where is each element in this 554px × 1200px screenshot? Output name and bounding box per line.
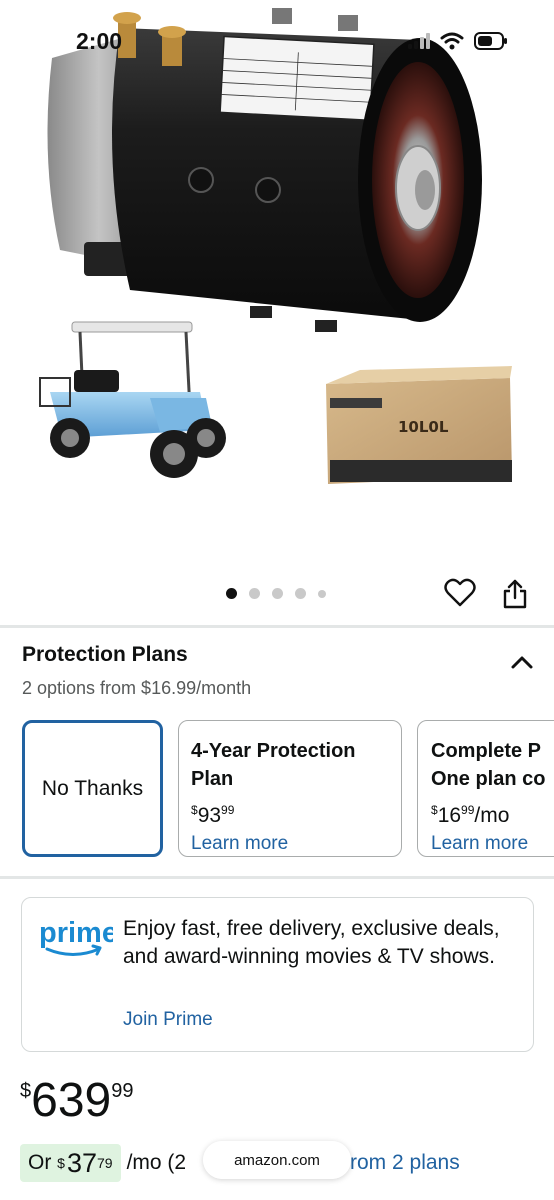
protection-plan-options: No Thanks 4-Year Protection Plan $9399 L… [22, 720, 554, 860]
status-icons [408, 32, 508, 50]
prime-logo-graphic: prime [39, 917, 118, 956]
plan-price: $1699/mo [431, 797, 554, 829]
status-time: 2:00 [76, 28, 123, 54]
prime-logo-text: prime [39, 917, 113, 949]
cellular-signal-icon [408, 33, 430, 49]
pager-dot[interactable] [295, 588, 306, 599]
plan-option-no-thanks[interactable]: No Thanks [22, 720, 163, 857]
monthly-currency: $ [57, 1155, 65, 1171]
price-whole: 16 [437, 804, 462, 827]
price-fraction: 99 [221, 803, 235, 817]
price-currency: $ [20, 1080, 32, 1102]
prime-logo: prime [37, 916, 118, 967]
battery-icon [474, 32, 507, 50]
plan-name-line2: Plan [191, 768, 234, 790]
pager-dot[interactable] [272, 588, 283, 599]
learn-more-link[interactable]: Learn more [431, 833, 554, 855]
plan-option-label: No Thanks [41, 776, 144, 800]
plan-name-line1: 4-Year Protection [191, 740, 356, 762]
chevron-up-icon[interactable] [510, 654, 534, 670]
section-divider [0, 625, 554, 628]
plan-price: $9399 [191, 797, 389, 829]
plan-option-4-year[interactable]: 4-Year Protection Plan $9399 Learn more [178, 720, 402, 857]
product-image-gallery[interactable]: 10L0L [0, 0, 554, 560]
share-icon[interactable] [502, 578, 528, 610]
payment-plans-link[interactable]: rom 2 plans [350, 1151, 460, 1175]
pager-dot[interactable] [318, 589, 326, 598]
join-prime-link[interactable]: Join Prime [123, 1009, 213, 1031]
box-brand-text: 10L0L [398, 418, 449, 436]
image-pager[interactable] [226, 588, 326, 599]
monthly-whole: 37 [66, 1147, 98, 1178]
monthly-payment-badge: Or $37 79 [20, 1144, 121, 1182]
learn-more-link[interactable]: Learn more [191, 833, 389, 855]
browser-url: amazon.com [234, 1151, 320, 1169]
price-currency: $ [431, 803, 438, 817]
prime-description: Enjoy fast, free delivery, exclusive dea… [123, 917, 500, 968]
wifi-icon [440, 32, 464, 50]
browser-url-pill[interactable]: amazon.com [203, 1141, 351, 1179]
pager-dot[interactable] [249, 588, 260, 599]
price-currency: $ [191, 803, 198, 817]
product-image: 10L0L [39, 8, 512, 484]
heart-icon[interactable] [444, 578, 476, 608]
plan-option-complete[interactable]: Complete P One plan co $1699/mo Learn mo… [417, 720, 554, 857]
price-fraction: 99 [461, 803, 475, 817]
price-suffix: /mo [474, 804, 510, 827]
monthly-payment: Or $37 79 /mo (2 [20, 1144, 186, 1182]
prime-promo-card[interactable]: prime Enjoy fast, free delivery, exclusi… [21, 897, 534, 1052]
price-whole: 639 [31, 1074, 112, 1127]
plan-name-line1: Complete P [431, 740, 542, 762]
section-divider [0, 876, 554, 879]
status-bar: 2:00 [0, 0, 554, 80]
monthly-suffix: /mo (2 [126, 1151, 187, 1174]
price-whole: 93 [197, 804, 222, 827]
protection-plans-title: Protection Plans [22, 643, 188, 666]
image-actions [444, 578, 528, 610]
plan-name-line2: One plan co [431, 768, 546, 790]
price-fraction: 99 [111, 1080, 134, 1102]
protection-plans-subtitle: 2 options from $16.99/month [22, 678, 252, 698]
product-price: $ 639 99 [20, 1074, 133, 1128]
pager-dot[interactable] [226, 588, 237, 599]
monthly-prefix: Or [28, 1151, 52, 1174]
monthly-fraction: 79 [97, 1155, 113, 1171]
